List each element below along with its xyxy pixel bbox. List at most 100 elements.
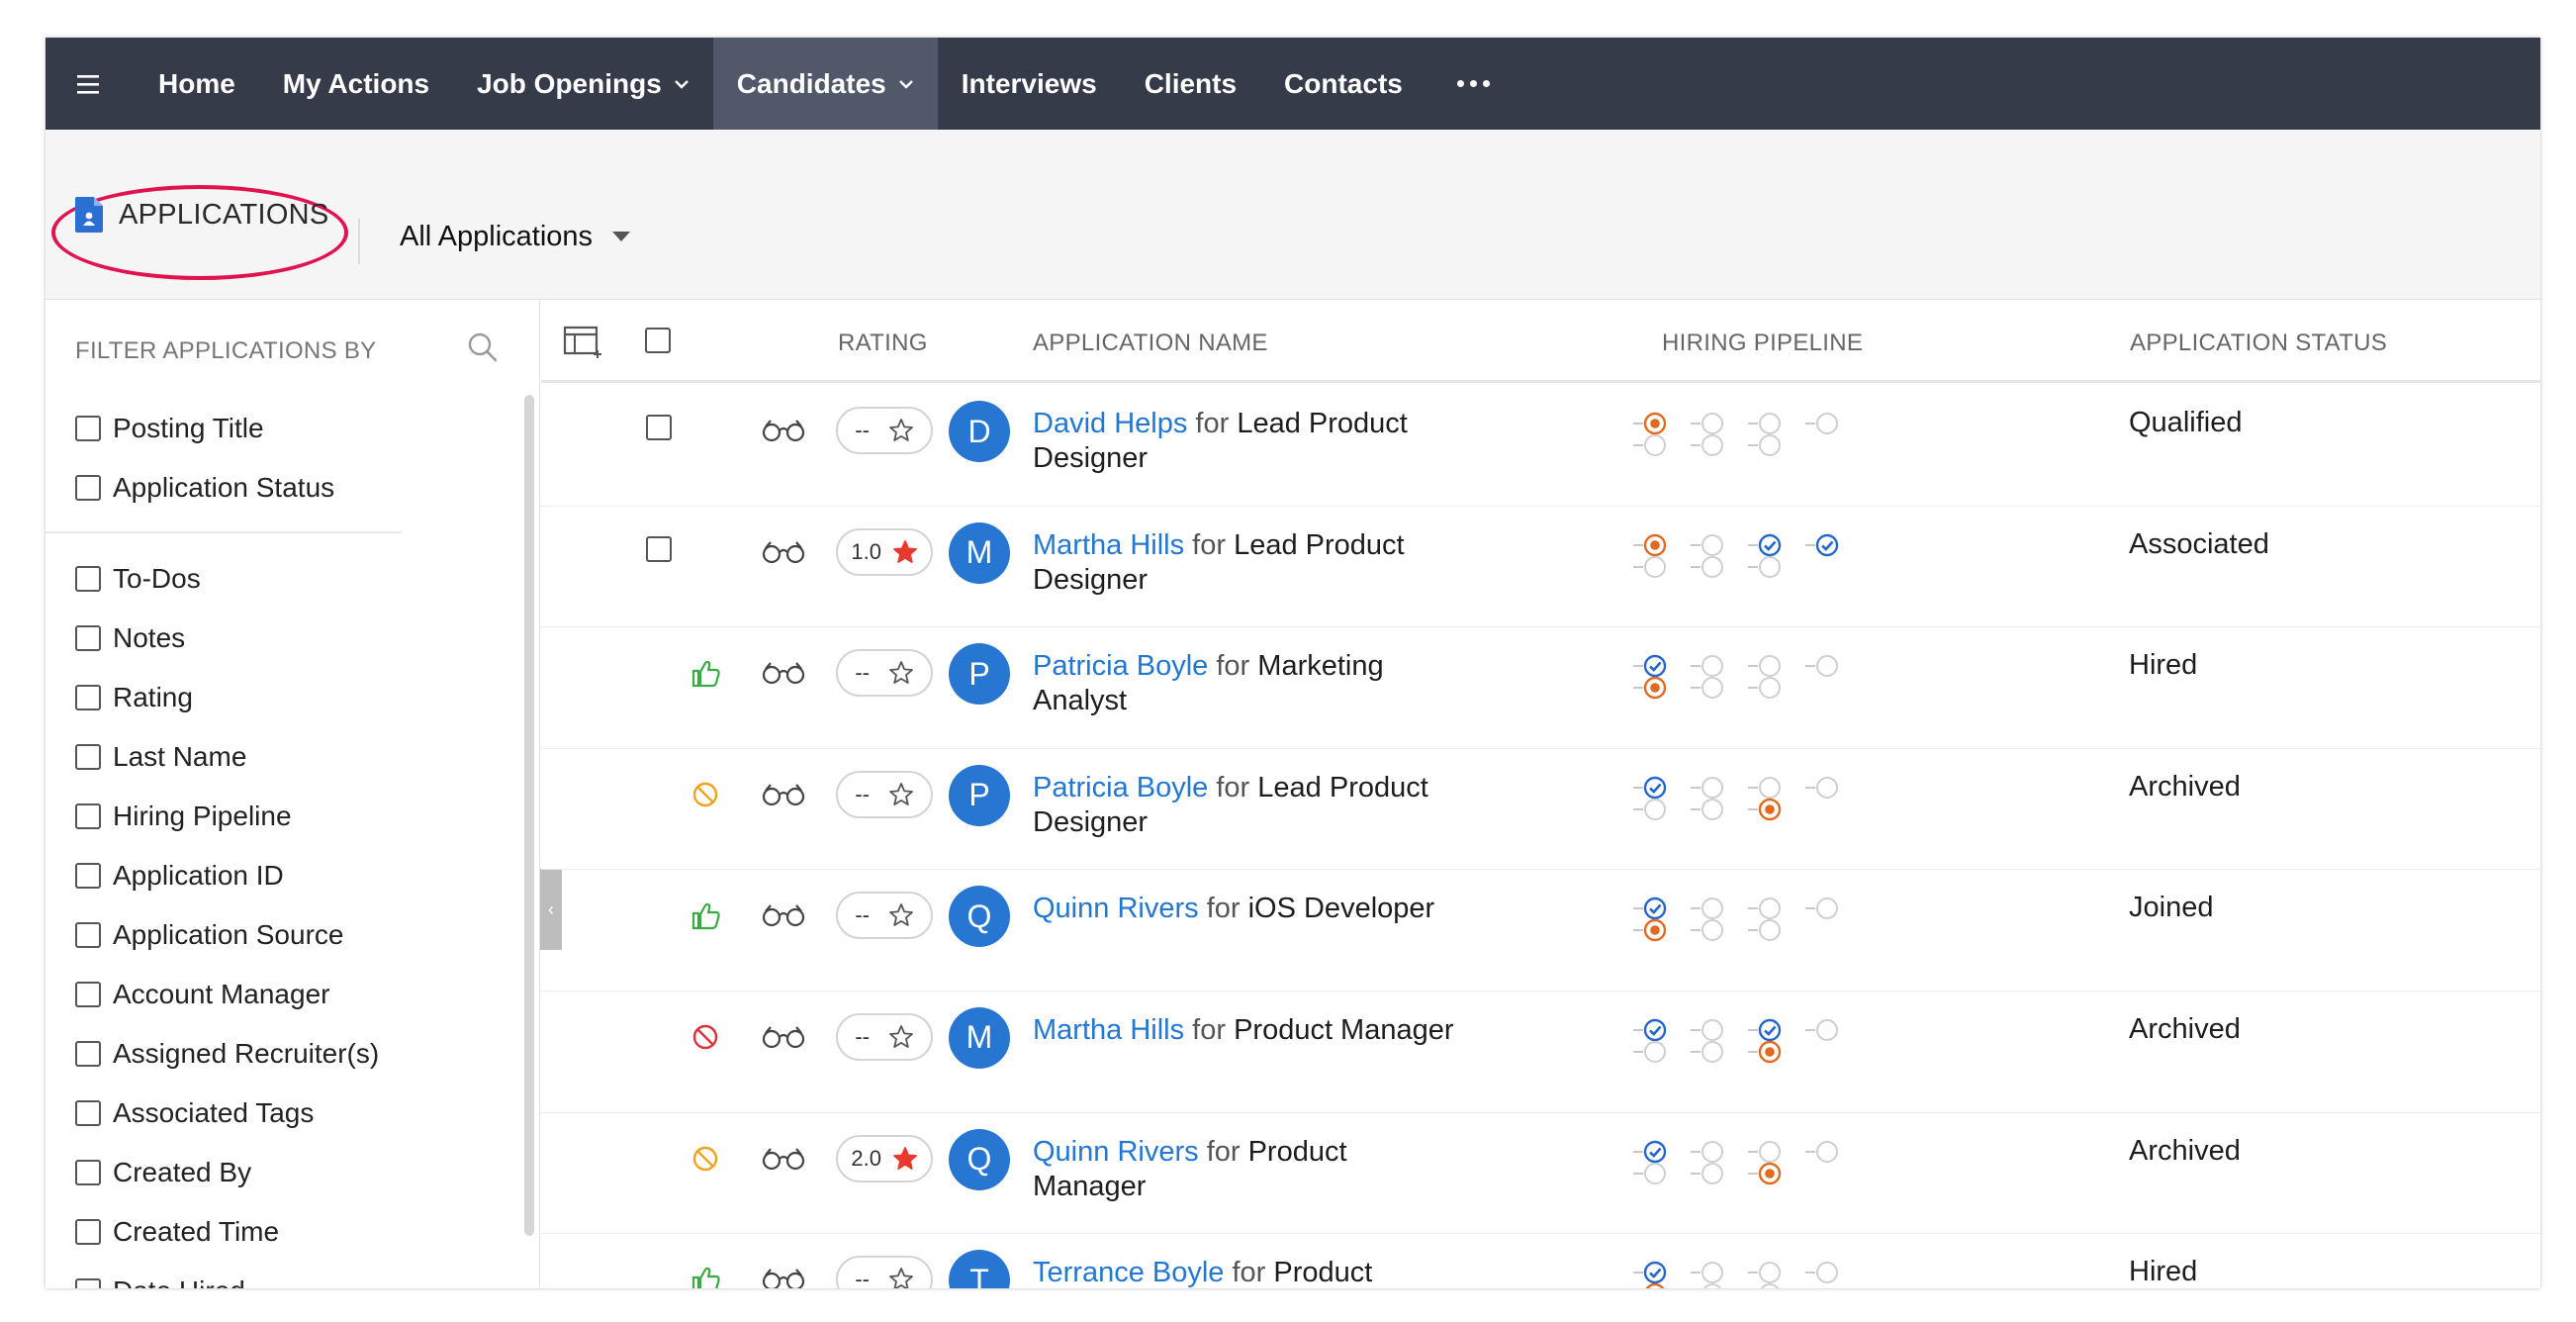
select-all-checkbox[interactable] (645, 328, 671, 353)
avatar[interactable]: M (949, 1006, 1010, 1069)
filter-checkbox[interactable] (75, 744, 101, 770)
pipeline-stage-icon[interactable] (1748, 795, 1792, 824)
table-row[interactable]: -- M Martha Hills for Product Manager Archi… (541, 992, 2540, 1113)
avatar[interactable]: M (949, 521, 1010, 584)
filter-account-manager[interactable]: Account Manager (75, 965, 491, 1024)
filter-checkbox[interactable] (75, 1041, 101, 1067)
block-icon[interactable] (690, 1143, 721, 1175)
pipeline-stage-icon[interactable] (1691, 673, 1734, 703)
pipeline-stage-icon[interactable] (1752, 1279, 1792, 1288)
row-checkbox[interactable] (646, 535, 672, 562)
block-icon[interactable] (690, 1021, 721, 1053)
avatar[interactable]: Q (949, 886, 1010, 948)
table-row[interactable]: -- D David Helps for Lead Product Designer… (541, 385, 2540, 507)
filter-checkbox[interactable] (75, 922, 101, 948)
binoculars-icon[interactable] (761, 1268, 806, 1288)
filter-scrollbar[interactable] (524, 395, 534, 1236)
pipeline-stage-icon[interactable] (1637, 1279, 1677, 1288)
pipeline-stage-icon[interactable] (1805, 1137, 1849, 1167)
filter-application-id[interactable]: Application ID (75, 846, 491, 905)
filter-application-status[interactable]: Application Status (75, 458, 491, 518)
binoculars-icon[interactable] (761, 1025, 806, 1049)
pipeline-stage-icon[interactable] (1633, 1159, 1677, 1188)
table-row[interactable]: -- T Terrance Boyle for Product Manager Hir… (541, 1234, 2540, 1288)
avatar[interactable]: D (949, 401, 1010, 462)
filter-posting-title[interactable]: Posting Title (75, 399, 491, 458)
table-row[interactable]: 2.0 Q Quinn Rivers for Product Manager Arch… (541, 1113, 2540, 1235)
candidate-link[interactable]: Martha Hills (1033, 1014, 1184, 1046)
nav-item-interviews[interactable]: Interviews (938, 38, 1121, 130)
block-icon[interactable] (690, 779, 721, 810)
binoculars-icon[interactable] (761, 1147, 806, 1171)
pipeline-stage-icon[interactable] (1691, 915, 1734, 945)
filter-checkbox[interactable] (75, 625, 101, 651)
search-icon[interactable] (467, 331, 499, 363)
candidate-link[interactable]: Martha Hills (1033, 529, 1184, 561)
filter-created-by[interactable]: Created By (75, 1143, 491, 1202)
filter-checkbox[interactable] (75, 685, 101, 710)
avatar[interactable]: T (949, 1250, 1010, 1288)
table-row[interactable]: -- Q Quinn Rivers for iOS Developer Joined (541, 870, 2540, 992)
filter-checkbox[interactable] (75, 475, 101, 501)
avatar[interactable]: P (949, 643, 1010, 706)
rating-pill[interactable]: -- (836, 1256, 933, 1288)
pipeline-stage-icon[interactable] (1633, 430, 1677, 460)
table-row[interactable]: 1.0 M Martha Hills for Lead Product Design… (541, 507, 2540, 628)
filter-checkbox[interactable] (75, 803, 101, 829)
pipeline-stage-icon[interactable] (1633, 1037, 1677, 1067)
filter-checkbox[interactable] (75, 1219, 101, 1245)
pipeline-stage-icon[interactable] (1748, 1037, 1792, 1067)
header-hiring-pipeline[interactable]: HIRING PIPELINE (1662, 330, 1863, 357)
nav-item-my-actions[interactable]: My Actions (259, 38, 453, 130)
binoculars-icon[interactable] (761, 903, 806, 927)
filter-hiring-pipeline[interactable]: Hiring Pipeline (75, 787, 491, 846)
pipeline-stage-icon[interactable] (1633, 915, 1677, 945)
thumbs-up-icon[interactable] (690, 899, 721, 931)
row-checkbox[interactable] (646, 415, 672, 440)
thumbs-up-icon[interactable] (690, 657, 721, 689)
filter-checkbox[interactable] (75, 416, 101, 441)
pipeline-stage-icon[interactable] (1633, 795, 1677, 824)
rating-pill[interactable]: 2.0 (836, 1134, 933, 1182)
header-application-name[interactable]: APPLICATION NAME (1033, 330, 1268, 357)
filter-rating[interactable]: Rating (75, 668, 491, 727)
rating-pill[interactable]: -- (836, 770, 933, 818)
candidate-link[interactable]: Quinn Rivers (1033, 1136, 1199, 1168)
rating-pill[interactable]: -- (836, 407, 933, 454)
menu-icon[interactable] (46, 38, 135, 130)
filter-checkbox[interactable] (75, 1100, 101, 1126)
filter-assigned-recruiter-s-[interactable]: Assigned Recruiter(s) (75, 1024, 491, 1084)
candidate-link[interactable]: David Helps (1033, 408, 1187, 439)
pipeline-stage-icon[interactable] (1805, 409, 1849, 438)
pipeline-stage-icon[interactable] (1748, 552, 1792, 582)
pipeline-stage-icon[interactable] (1748, 430, 1792, 460)
pipeline-stage-icon[interactable] (1748, 673, 1792, 703)
pipeline-stage-icon[interactable] (1805, 1015, 1849, 1045)
column-settings-icon[interactable] (563, 326, 604, 359)
filter-checkbox[interactable] (75, 1160, 101, 1185)
pipeline-stage-icon[interactable] (1691, 552, 1734, 582)
avatar[interactable]: Q (949, 1128, 1010, 1190)
pipeline-stage-icon[interactable] (1805, 1258, 1849, 1287)
nav-item-contacts[interactable]: Contacts (1260, 38, 1426, 130)
thumbs-up-icon[interactable] (690, 1264, 721, 1288)
filter-created-time[interactable]: Created Time (75, 1202, 491, 1262)
view-selector[interactable]: All Applications (386, 209, 644, 264)
nav-item-candidates[interactable]: Candidates (712, 38, 938, 130)
table-row[interactable]: -- P Patricia Boyle for Lead Product Desig… (541, 749, 2540, 871)
filter-application-source[interactable]: Application Source (75, 905, 491, 965)
module-title[interactable]: APPLICATIONS (46, 184, 329, 245)
filter-to-dos[interactable]: To-Dos (75, 549, 491, 609)
avatar[interactable]: P (949, 764, 1010, 826)
pipeline-stage-icon[interactable] (1805, 773, 1849, 803)
pipeline-stage-icon[interactable] (1748, 915, 1792, 945)
pipeline-stage-icon[interactable] (1805, 530, 1849, 560)
binoculars-icon[interactable] (761, 419, 806, 442)
pipeline-stage-icon[interactable] (1748, 1159, 1792, 1188)
rating-pill[interactable]: 1.0 (836, 527, 933, 576)
nav-item-job-openings[interactable]: Job Openings (453, 38, 713, 130)
rating-pill[interactable]: -- (836, 892, 933, 940)
nav-item-clients[interactable]: Clients (1121, 38, 1260, 130)
pipeline-stage-icon[interactable] (1691, 795, 1734, 824)
filter-notes[interactable]: Notes (75, 609, 491, 668)
